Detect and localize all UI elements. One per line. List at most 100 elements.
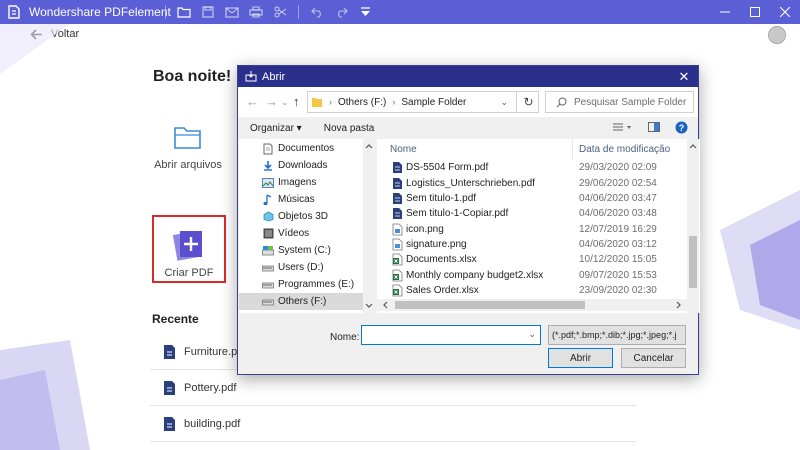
dialog-navigation-bar: ← → ⌄ ↑ › Others (F:) › Sample Folder ⌄ … [238, 87, 698, 117]
print-icon[interactable] [244, 0, 268, 24]
view-options-icon[interactable] [612, 122, 632, 135]
nav-item-downloads[interactable]: Downloads [239, 157, 364, 174]
xlsx-file-icon [392, 269, 403, 282]
breadcrumb-separator-icon: › [392, 97, 396, 107]
recent-file-name: building.pdf [184, 417, 241, 430]
redo-icon[interactable] [329, 0, 353, 24]
recent-locations-icon[interactable]: ⌄ [281, 97, 289, 108]
nav-item-musicas[interactable]: Músicas [239, 191, 364, 208]
nav-item-imagens[interactable]: Imagens [239, 174, 364, 191]
nav-item-documentos[interactable]: Documentos [239, 140, 364, 157]
scrollbar-thumb[interactable] [689, 236, 697, 288]
recent-title: Recente [152, 312, 199, 326]
search-input[interactable]: Pesquisar Sample Folder [545, 91, 694, 113]
scissors-icon[interactable] [268, 0, 292, 24]
scrollbar-thumb[interactable] [395, 301, 585, 309]
cancel-button[interactable]: Cancelar [621, 348, 686, 368]
save-icon[interactable] [196, 0, 220, 24]
nav-item-others-f[interactable]: Others (F:) [239, 293, 364, 310]
refresh-icon[interactable]: ↻ [516, 91, 540, 113]
png-file-icon [392, 238, 403, 251]
drive-icon [262, 296, 274, 308]
open-folder-icon[interactable] [172, 0, 196, 24]
close-window-icon[interactable] [770, 0, 800, 24]
file-row[interactable]: Sales Order.xlsx 23/09/2020 02:30 [377, 283, 687, 298]
open-button[interactable]: Abrir [548, 348, 613, 368]
scroll-up-icon[interactable] [687, 141, 699, 151]
breadcrumb-item[interactable]: Others (F:) [338, 97, 386, 108]
column-header-date[interactable]: Data de modificação [579, 144, 670, 155]
documents-icon [262, 143, 274, 155]
file-row[interactable]: Logistics_Unterschrieben.pdf 29/06/2020 … [377, 176, 687, 191]
music-icon [262, 193, 274, 206]
avatar[interactable] [768, 26, 786, 44]
drive-icon [262, 245, 274, 257]
decorative-shapes-top [0, 24, 70, 74]
file-row[interactable]: Sem titulo-1-Copiar.pdf 04/06/2020 03:48 [377, 206, 687, 221]
toolbar-divider [298, 5, 299, 19]
column-header-name[interactable]: Nome [390, 144, 417, 155]
back-arrow-icon[interactable]: ← [246, 94, 259, 109]
scroll-right-icon[interactable] [674, 299, 684, 311]
address-bar[interactable]: › Others (F:) › Sample Folder ⌄ [307, 91, 539, 113]
file-list-header: Nome Data de modificação [377, 139, 687, 159]
open-files-button[interactable]: Abrir arquivos [150, 124, 226, 171]
customize-dropdown-icon[interactable] [353, 0, 377, 24]
pdf-file-icon [393, 208, 402, 219]
xlsx-file-icon [392, 284, 403, 297]
file-list-scrollbar[interactable] [687, 139, 699, 313]
file-type-select[interactable]: (*.pdf;*.bmp;*.dib;*.jpg;*.jpeg;*.j [548, 325, 686, 345]
preview-pane-icon[interactable] [648, 122, 660, 135]
undo-icon[interactable] [305, 0, 329, 24]
search-placeholder: Pesquisar Sample Folder [574, 96, 687, 108]
chevron-down-icon[interactable]: ⌄ [528, 329, 536, 340]
new-folder-button[interactable]: Nova pasta [324, 123, 375, 134]
nav-item-videos[interactable]: Vídeos [239, 225, 364, 242]
address-dropdown-icon[interactable]: ⌄ [500, 97, 508, 108]
file-row[interactable]: Documents.xlsx 10/12/2020 15:05 [377, 252, 687, 267]
file-type-value: (*.pdf;*.bmp;*.dib;*.jpg;*.jpeg;*.j [552, 330, 677, 340]
file-row[interactable]: Monthly company budget2.xlsx 09/07/2020 … [377, 268, 687, 283]
nav-item-programmes-e[interactable]: Programmes (E:) [239, 276, 364, 293]
scroll-down-icon[interactable] [363, 301, 375, 311]
dialog-toolbar: Organizar ▾ Nova pasta ? [238, 117, 698, 139]
recent-file-name: Pottery.pdf [184, 381, 237, 394]
up-arrow-icon[interactable]: ↑ [293, 94, 300, 109]
pdfelement-logo-icon [5, 3, 23, 21]
3d-objects-icon [262, 211, 274, 223]
organize-menu[interactable]: Organizar ▾ [250, 123, 302, 134]
mail-icon[interactable] [220, 0, 244, 24]
forward-arrow-icon[interactable]: → [265, 94, 278, 109]
horizontal-scrollbar[interactable] [377, 299, 687, 311]
breadcrumb-item[interactable]: Sample Folder [401, 97, 466, 108]
decorative-shapes-right [720, 190, 800, 330]
recent-file-item[interactable]: building.pdf [150, 406, 636, 442]
nav-pane-scrollbar[interactable] [363, 139, 375, 313]
drive-icon [262, 262, 274, 274]
minimize-icon[interactable] [710, 0, 740, 24]
decorative-shapes-left [0, 340, 90, 450]
scroll-up-icon[interactable] [363, 141, 375, 151]
file-list: Nome Data de modificação DS-5504 Form.pd… [377, 139, 700, 313]
help-icon[interactable]: ? [675, 121, 688, 137]
maximize-icon[interactable] [740, 0, 770, 24]
recent-file-item[interactable]: Pottery.pdf [150, 370, 636, 406]
create-pdf-icon [172, 231, 202, 261]
create-pdf-button[interactable]: Criar PDF [152, 215, 226, 283]
file-row[interactable]: signature.png 04/06/2020 03:12 [377, 237, 687, 252]
nav-item-system-c[interactable]: System (C:) [239, 242, 364, 259]
videos-icon [262, 228, 274, 240]
create-pdf-label: Criar PDF [164, 267, 214, 279]
nav-item-objetos-3d[interactable]: Objetos 3D [239, 208, 364, 225]
drive-icon [262, 279, 274, 291]
file-row[interactable]: DS-5504 Form.pdf 29/03/2020 02:09 [377, 160, 687, 175]
filename-label: Nome: [330, 332, 360, 343]
file-row[interactable]: Sem titulo-1.pdf 04/06/2020 03:47 [377, 191, 687, 206]
file-row[interactable]: icon.png 12/07/2019 16:29 [377, 222, 687, 237]
filename-input[interactable]: ⌄ [361, 325, 541, 345]
png-file-icon [392, 223, 403, 236]
folder-icon [174, 127, 201, 149]
close-icon[interactable]: ✕ [676, 68, 692, 85]
scroll-left-icon[interactable] [380, 299, 390, 311]
nav-item-users-d[interactable]: Users (D:) [239, 259, 364, 276]
